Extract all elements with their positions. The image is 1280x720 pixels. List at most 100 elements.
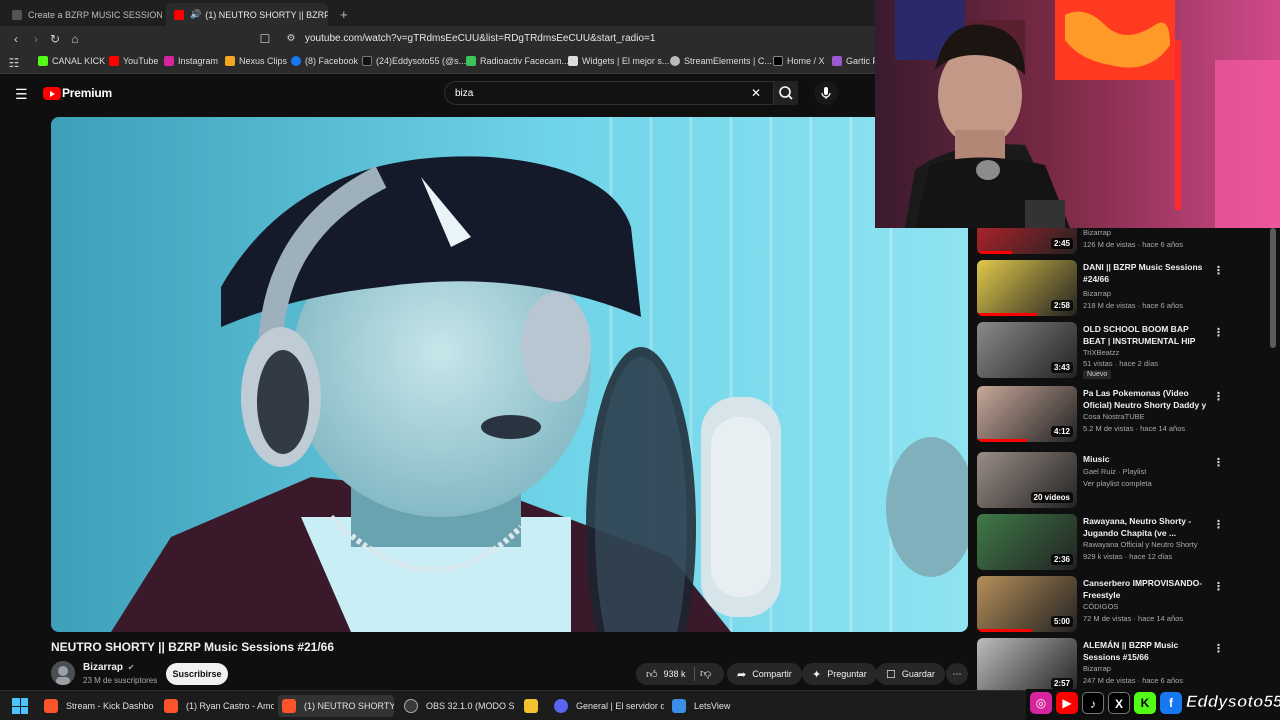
discord-icon	[554, 699, 568, 713]
item-title: Canserbero IMPROVISANDO- Freestyle	[1083, 578, 1203, 600]
search-button[interactable]	[774, 81, 798, 105]
list-item[interactable]: 2:57 ALEMÁN || BZRP Music Sessions #15/6…	[977, 638, 1277, 690]
bookmark-icon[interactable]: ☐	[257, 31, 273, 47]
bookmark-item[interactable]: StreamElements | C...	[670, 56, 772, 66]
bookmark-item[interactable]: Home / X	[773, 56, 825, 66]
recommendations-sidebar: 2:45 Bizarrap 126 M de vistas · hace 6 a…	[972, 228, 1280, 690]
forward-icon[interactable]: ›	[28, 31, 44, 47]
social-handles-overlay: ◎ ▶ ♪ X K f Eddysoto55	[1026, 689, 1280, 720]
taskbar-item[interactable]: (1) Ryan Castro - Amor D	[160, 695, 274, 717]
like-count[interactable]: 938 k	[664, 669, 686, 679]
reload-icon[interactable]: ↻	[47, 31, 63, 47]
folder-icon	[524, 699, 538, 713]
item-channel: Gael Ruiz · Playlist	[1083, 467, 1147, 476]
facebook-icon: f	[1160, 692, 1182, 714]
channel-name[interactable]: Bizarrap ✔	[83, 662, 135, 673]
item-meta: 126 M de vistas · hace 6 años	[1083, 240, 1184, 249]
more-actions-button[interactable]: ⋯	[946, 663, 968, 685]
duration-badge: 2:45	[1050, 238, 1073, 249]
subscribe-button[interactable]: Suscribirse	[166, 663, 228, 685]
webcam-image	[875, 0, 1280, 228]
tab-favicon-icon	[12, 9, 22, 20]
save-button[interactable]: ☐ Guardar	[876, 663, 945, 685]
ask-button[interactable]: ✦ Preguntar	[802, 663, 877, 685]
list-item[interactable]: 2:36 Rawayana, Neutro Shorty - Jugando C…	[977, 514, 1277, 572]
bookmark-item[interactable]: Radioactiv Facecam...	[466, 56, 569, 66]
item-title: Pa Las Pokemonas (Video Oficial) Neutro …	[1083, 388, 1207, 412]
taskbar-item[interactable]: General | El servidor de	[550, 695, 664, 717]
taskbar-item-active[interactable]: (1) NEUTRO SHORTY || B	[278, 695, 394, 717]
save-icon: ☐	[886, 668, 896, 681]
clear-search-icon[interactable]: ✕	[751, 86, 761, 100]
menu-icon[interactable]: ☰	[15, 86, 28, 103]
list-item[interactable]: 2:58 DANI || BZRP Music Sessions #24/66 …	[977, 260, 1277, 318]
channel-avatar[interactable]	[51, 661, 75, 685]
bookmark-item[interactable]: Instagram	[164, 56, 218, 66]
watch-progress-bar	[977, 251, 1012, 254]
bookmark-item[interactable]: (24)Eddysoto55 (@s...	[362, 56, 466, 66]
bookmark-item[interactable]: Widgets | El mejor s...	[568, 56, 669, 66]
home-icon[interactable]: ⌂	[67, 31, 83, 47]
playlist-item[interactable]: 20 videos Miusic Gael Ruiz · Playlist Ve…	[977, 452, 1277, 510]
item-menu-icon[interactable]: ⋮	[1213, 264, 1224, 277]
youtube-logo-text[interactable]: Premium	[62, 86, 112, 100]
url-field[interactable]: youtube.com/watch?v=gTRdmsEeCUU&list=RDg…	[305, 33, 655, 44]
new-tab-button[interactable]: +	[332, 3, 352, 26]
search-input[interactable]: biza ✕	[444, 81, 774, 105]
taskbar-item[interactable]: LetsView	[668, 695, 748, 717]
share-button[interactable]: ➦ Compartir	[727, 663, 802, 685]
taskbar-item[interactable]: Stream - Kick Dashboar	[40, 695, 154, 717]
list-item[interactable]: 3:43 OLD SCHOOL BOOM BAP BEAT | INSTRUME…	[977, 322, 1277, 380]
taskbar-item[interactable]	[520, 695, 546, 717]
video-thumbnail: 2:45	[977, 228, 1077, 254]
voice-search-button[interactable]	[814, 81, 838, 105]
social-handle: Eddysoto55	[1186, 692, 1280, 712]
kick-icon	[38, 56, 48, 66]
tiktok-icon: ♪	[1082, 692, 1104, 714]
site-info-icon[interactable]: ⚙	[283, 31, 299, 47]
gartic-icon	[832, 56, 842, 66]
list-item[interactable]: 2:45 Bizarrap 126 M de vistas · hace 6 a…	[977, 228, 1277, 256]
item-menu-icon[interactable]: ⋮	[1213, 456, 1224, 469]
item-title: OLD SCHOOL BOOM BAP BEAT | INSTRUMENTAL …	[1083, 324, 1196, 348]
item-title: ALEMÁN || BZRP Music Sessions #15/66	[1083, 640, 1179, 662]
bookmark-item[interactable]: Gartic P	[832, 56, 879, 66]
item-meta: 247 M de vistas · hace 6 años	[1083, 676, 1184, 685]
item-meta: 218 M de vistas · hace 6 años	[1083, 301, 1184, 310]
video-thumbnail: 2:57	[977, 638, 1077, 690]
start-icon[interactable]	[12, 698, 28, 714]
instagram-icon: ◎	[1030, 692, 1052, 714]
obs-icon	[404, 699, 418, 713]
tab-label: (1) NEUTRO SHORTY || BZRP	[205, 9, 328, 20]
like-icon[interactable]: 👍︎	[646, 668, 658, 681]
bookmark-item[interactable]: Nexus Clips	[225, 56, 287, 66]
search-icon	[779, 86, 793, 100]
video-title: NEUTRO SHORTY || BZRP Music Sessions #21…	[51, 640, 335, 654]
list-item[interactable]: 4:12 Pa Las Pokemonas (Video Oficial) Ne…	[977, 386, 1277, 444]
bookmark-item[interactable]: (8) Facebook	[291, 56, 358, 66]
sidebar-scrollbar[interactable]	[1270, 228, 1276, 348]
item-menu-icon[interactable]: ⋮	[1213, 518, 1224, 531]
video-thumbnail: 2:58	[977, 260, 1077, 316]
item-title: Rawayana, Neutro Shorty - Jugando Chapit…	[1083, 516, 1192, 538]
bookmark-item[interactable]: YouTube	[109, 56, 158, 66]
nexus-icon	[225, 56, 235, 66]
item-menu-icon[interactable]: ⋮	[1213, 390, 1224, 403]
browser-tab-1[interactable]: Create a BZRP MUSIC SESSIONS (#1	[4, 3, 162, 26]
webcam-overlay	[875, 0, 1280, 228]
item-menu-icon[interactable]: ⋮	[1213, 326, 1224, 339]
apps-grid-icon[interactable]: ☷	[6, 55, 22, 71]
youtube-logo-icon[interactable]	[43, 87, 61, 100]
item-menu-icon[interactable]: ⋮	[1213, 642, 1224, 655]
video-player[interactable]	[51, 117, 968, 632]
item-channel: Bizarrap	[1083, 228, 1111, 237]
back-icon[interactable]: ‹	[8, 31, 24, 47]
list-item[interactable]: 5:00 Canserbero IMPROVISANDO- Freestyle …	[977, 576, 1277, 634]
bookmark-item[interactable]: CANAL KICK	[38, 56, 105, 66]
view-playlist-link[interactable]: Ver playlist completa	[1083, 479, 1152, 488]
dislike-icon[interactable]: 👎︎	[700, 667, 711, 680]
taskbar-item[interactable]: OBS 32.1.0 (MODO SEGU	[400, 695, 514, 717]
divider	[694, 667, 695, 681]
item-menu-icon[interactable]: ⋮	[1213, 580, 1224, 593]
browser-tab-2[interactable]: 🔊 (1) NEUTRO SHORTY || BZRP ✕	[166, 3, 328, 26]
